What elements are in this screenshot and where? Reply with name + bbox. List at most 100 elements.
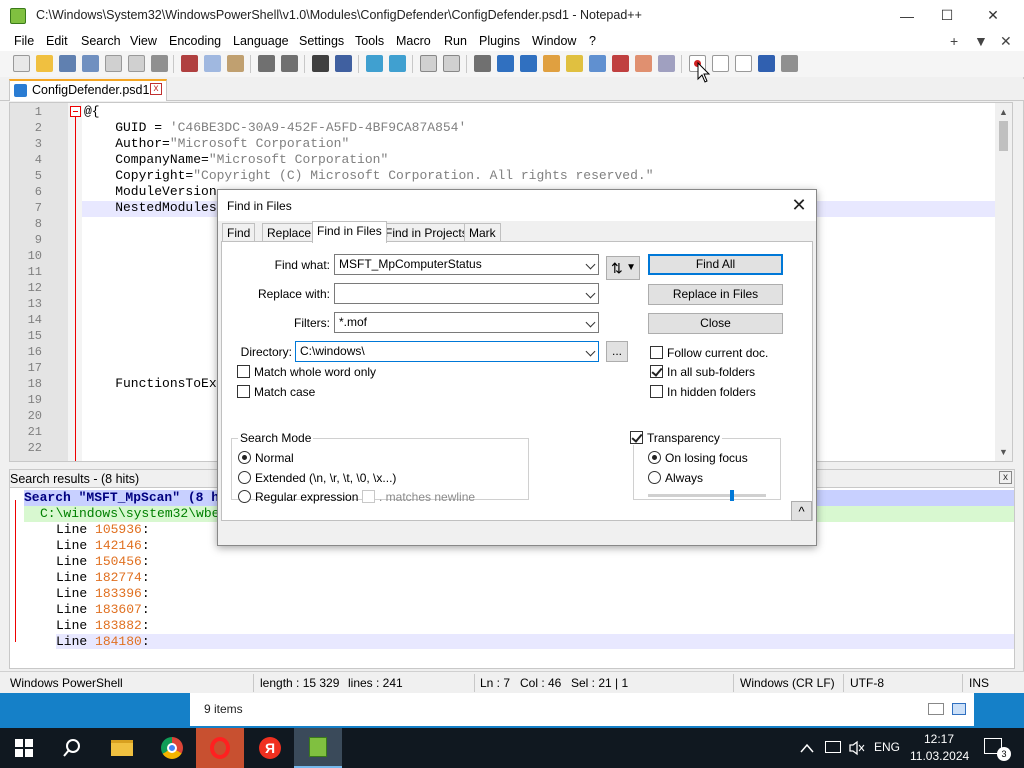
play-macro-icon[interactable] xyxy=(735,55,752,72)
find-what-combo[interactable]: MSFT_MpComputerStatus xyxy=(334,254,599,275)
redo-icon[interactable] xyxy=(281,55,298,72)
folder-as-workspace-icon[interactable] xyxy=(635,55,652,72)
replace-icon[interactable] xyxy=(335,55,352,72)
in-hidden-folders-checkbox[interactable]: In hidden folders xyxy=(650,385,756,399)
fold-toggle-icon[interactable] xyxy=(70,106,81,117)
tab-close-icon[interactable]: x xyxy=(150,83,162,95)
always-radio[interactable]: Always xyxy=(648,471,703,485)
zoom-in-icon[interactable] xyxy=(366,55,383,72)
menu-view[interactable]: View xyxy=(130,34,157,48)
details-view-icon[interactable] xyxy=(928,703,944,715)
transparency-slider-thumb[interactable] xyxy=(730,490,734,501)
menu-encoding[interactable]: Encoding xyxy=(169,34,221,48)
menu-edit[interactable]: Edit xyxy=(46,34,68,48)
directory-combo[interactable]: C:\windows\ xyxy=(295,341,599,362)
show-hidden-icons-icon[interactable] xyxy=(800,742,814,754)
hit-line[interactable]: Line 150456: xyxy=(56,554,150,569)
chevron-down-icon[interactable] xyxy=(585,288,596,299)
language-indicator[interactable]: ENG xyxy=(874,740,900,754)
collapse-dialog-button[interactable]: ^ xyxy=(791,501,812,521)
print-icon[interactable] xyxy=(151,55,168,72)
new-file-icon[interactable] xyxy=(13,55,30,72)
word-wrap-icon[interactable] xyxy=(474,55,491,72)
replace-with-combo[interactable] xyxy=(334,283,599,304)
document-list-icon[interactable] xyxy=(589,55,606,72)
match-whole-word-checkbox[interactable]: Match whole word only xyxy=(237,365,376,379)
scroll-up-icon[interactable]: ▲ xyxy=(999,107,1008,117)
tab-find-in-files[interactable]: Find in Files xyxy=(312,221,387,243)
yandex-taskbar[interactable]: Я xyxy=(246,728,294,768)
follow-current-doc-checkbox[interactable]: Follow current doc. xyxy=(650,346,768,360)
file-explorer-taskbar[interactable] xyxy=(98,728,146,768)
vertical-scrollbar[interactable]: ▲ ▼ xyxy=(995,103,1012,461)
tab-mark[interactable]: Mark xyxy=(464,223,501,242)
menu-language[interactable]: Language xyxy=(233,34,289,48)
swap-find-replace-button[interactable]: ⇅ ▼ xyxy=(606,256,640,280)
zoom-out-icon[interactable] xyxy=(389,55,406,72)
menu-macro[interactable]: Macro xyxy=(396,34,431,48)
open-file-icon[interactable] xyxy=(36,55,53,72)
copy-icon[interactable] xyxy=(204,55,221,72)
cut-icon[interactable] xyxy=(181,55,198,72)
indent-guide-icon[interactable] xyxy=(520,55,537,72)
document-map-icon[interactable] xyxy=(566,55,583,72)
on-losing-focus-radio[interactable]: On losing focus xyxy=(648,451,748,465)
close-all-icon[interactable] xyxy=(128,55,145,72)
large-icons-view-icon[interactable] xyxy=(952,703,966,715)
close-file-icon[interactable] xyxy=(105,55,122,72)
save-icon[interactable] xyxy=(59,55,76,72)
network-icon[interactable] xyxy=(825,741,841,753)
chrome-taskbar[interactable] xyxy=(148,728,196,768)
filters-combo[interactable]: *.mof xyxy=(334,312,599,333)
opera-taskbar[interactable] xyxy=(196,728,244,768)
monitoring-icon[interactable] xyxy=(658,55,675,72)
hit-line[interactable]: Line 183882: xyxy=(56,618,150,633)
hit-line[interactable]: Line 183607: xyxy=(56,602,150,617)
start-button[interactable] xyxy=(0,728,48,768)
undo-icon[interactable] xyxy=(258,55,275,72)
tab-find[interactable]: Find xyxy=(222,223,256,242)
menu-tools[interactable]: Tools xyxy=(355,34,384,48)
menu-settings[interactable]: Settings xyxy=(299,34,344,48)
tab-find-in-projects[interactable]: Find in Projects xyxy=(380,223,473,242)
run-macro-multiple-icon[interactable] xyxy=(758,55,775,72)
stop-macro-icon[interactable] xyxy=(712,55,729,72)
search-mode-normal-radio[interactable]: Normal xyxy=(238,451,294,465)
chevron-down-icon[interactable] xyxy=(585,317,596,328)
clock-time[interactable]: 12:17 xyxy=(924,732,954,746)
menu-run[interactable]: Run xyxy=(444,34,467,48)
in-all-subfolders-checkbox[interactable]: In all sub-folders xyxy=(650,365,755,379)
sync-horizontal-icon[interactable] xyxy=(443,55,460,72)
chevron-down-icon[interactable] xyxy=(585,259,596,270)
close-button[interactable]: Close xyxy=(648,313,783,334)
close-window-button[interactable]: ✕ xyxy=(970,0,1016,31)
hit-line[interactable]: Line 184180: xyxy=(56,634,1014,649)
menu-help[interactable]: ? xyxy=(589,34,596,48)
menu-plugins[interactable]: Plugins xyxy=(479,34,520,48)
save-all-icon[interactable] xyxy=(82,55,99,72)
hit-line[interactable]: Line 142146: xyxy=(56,538,150,553)
scroll-down-icon[interactable]: ▼ xyxy=(999,447,1008,457)
volume-icon[interactable] xyxy=(849,740,865,756)
transparency-slider[interactable] xyxy=(648,490,766,501)
tab-list-arrow-icon[interactable]: ▼ xyxy=(974,33,988,49)
search-button[interactable] xyxy=(48,728,96,768)
hit-line[interactable]: Line 182774: xyxy=(56,570,150,585)
search-mode-regex-radio[interactable]: Regular expression xyxy=(238,490,358,504)
find-all-button[interactable]: Find All xyxy=(648,254,783,275)
new-tab-plus-icon[interactable]: + xyxy=(950,33,958,49)
tab-configdefender[interactable]: ConfigDefender.psd1 x xyxy=(9,79,167,101)
menu-file[interactable]: File xyxy=(14,34,34,48)
hit-line[interactable]: Line 105936: xyxy=(56,522,150,537)
menu-window[interactable]: Window xyxy=(532,34,576,48)
search-mode-extended-radio[interactable]: Extended (\n, \r, \t, \0, \x...) xyxy=(238,471,396,485)
hit-line[interactable]: Line 183396: xyxy=(56,586,150,601)
dialog-close-icon[interactable]: ✕ xyxy=(788,194,810,216)
replace-in-files-button[interactable]: Replace in Files xyxy=(648,284,783,305)
browse-directory-button[interactable]: ... xyxy=(606,341,628,362)
close-doc-icon[interactable]: ✕ xyxy=(1000,33,1012,50)
match-case-checkbox[interactable]: Match case xyxy=(237,385,315,399)
transparency-checkbox[interactable]: Transparency xyxy=(628,431,722,445)
find-icon[interactable] xyxy=(312,55,329,72)
save-macro-icon[interactable] xyxy=(781,55,798,72)
